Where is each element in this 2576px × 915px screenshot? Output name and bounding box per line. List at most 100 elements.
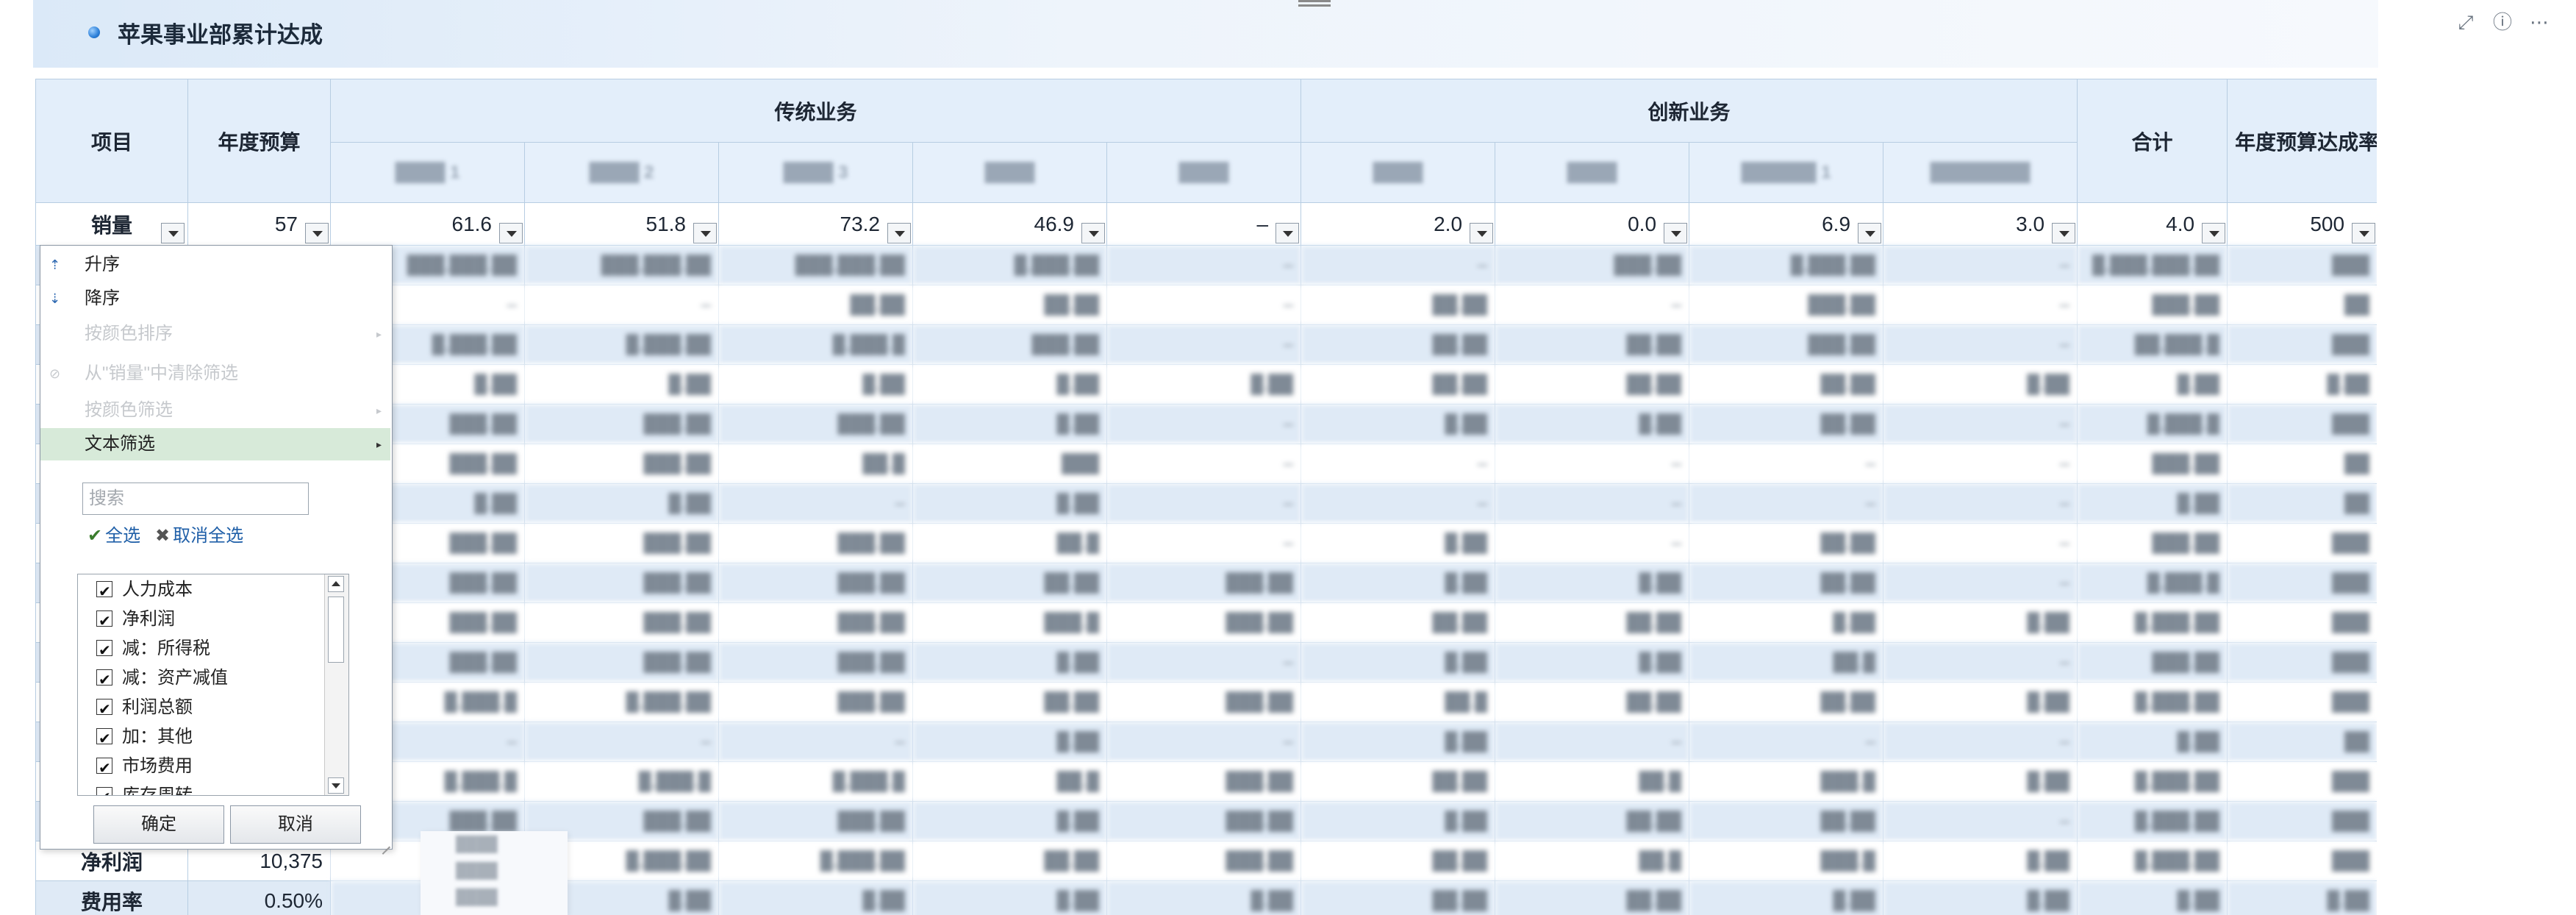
table-cell: █.██ (912, 722, 1107, 762)
checkbox[interactable] (96, 783, 112, 795)
ok-button[interactable]: 确定 (93, 805, 224, 844)
checkbox[interactable] (96, 724, 112, 754)
filter-search-input[interactable] (82, 483, 309, 515)
scroll-down-icon[interactable] (328, 777, 344, 794)
table-cell: ██.██ (1689, 404, 1884, 444)
table-cell: ██.██ (1689, 801, 1884, 841)
table-cell: █,███.██ (912, 245, 1107, 285)
filter-dropdown-button[interactable] (1081, 223, 1105, 243)
table-cell: █,███.██ (2077, 801, 2228, 841)
table-cell: █.██ (1106, 364, 1302, 405)
filter-dropdown-button[interactable] (1858, 223, 1882, 243)
table-cell: █.██ (1883, 761, 2078, 802)
resize-grip-icon[interactable] (380, 837, 390, 847)
table-cell: ███.██ (1689, 285, 1884, 325)
filter-dropdown-button[interactable] (1276, 223, 1300, 243)
filter-dropdown-button[interactable] (887, 223, 911, 243)
row-label-cell: 费用率 (35, 880, 188, 915)
menu-item-3: ⊘ 从"销量"中清除筛选 (40, 357, 390, 390)
table-cell: ███ (2227, 523, 2377, 563)
filter-dropdown-button[interactable] (499, 223, 523, 243)
table-cell: █.██ (912, 880, 1107, 915)
checkbox[interactable] (96, 636, 112, 666)
drag-handle-icon[interactable] (1298, 0, 1331, 9)
sub-header-cell: ████ 1 (330, 142, 525, 203)
select-all-link[interactable]: ✔ 全选 (87, 524, 140, 549)
filter-dropdown-button[interactable] (2202, 223, 2226, 243)
table-cell: – (718, 722, 913, 762)
table-cell: █.██ (524, 364, 719, 405)
table-cell: – (1883, 523, 2078, 563)
table-cell: ███.██ (524, 404, 719, 444)
table-cell: ██.█ (1495, 841, 1690, 881)
table-cell: ██,███.█ (2077, 324, 2228, 365)
filter-dropdown-button[interactable] (1470, 223, 1494, 243)
sub-header-label: ██████ 1 (1741, 162, 1831, 182)
filter-dropdown-button[interactable] (2052, 223, 2076, 243)
title-bar: 苹果事业部累计达成 (33, 0, 2378, 68)
cell-value: 61.6 (451, 212, 493, 235)
table-cell: ██.██ (1495, 682, 1690, 722)
expand-icon[interactable]: ⤢ (2451, 7, 2480, 37)
filter-value-list[interactable]: 人力成本净利润减：所得税减：资产减值利润总额加：其他市场费用库存周转 (77, 574, 349, 796)
table-cell: █.██ (1883, 841, 2078, 881)
table-cell: ███.█ (1689, 841, 1884, 881)
filter-dropdown-button[interactable] (693, 223, 717, 243)
table-cell: ███.██ (718, 682, 913, 722)
ghost-menu-item[interactable]: ████ (421, 858, 568, 884)
filter-dropdown-button[interactable] (305, 223, 329, 243)
table-cell: ███ (2227, 602, 2377, 643)
menu-item-0[interactable]: ⇡ 升序 (40, 249, 390, 281)
table-cell: ██.██ (1495, 364, 1690, 405)
more-icon[interactable]: ⋯ (2525, 7, 2554, 37)
sub-header-label: ████ 2 (589, 162, 654, 182)
table-cell: █.██ (1106, 880, 1302, 915)
scroll-up-icon[interactable] (328, 576, 344, 592)
info-icon[interactable]: ⓘ (2488, 7, 2517, 37)
table-cell: – (1495, 285, 1690, 325)
table-cell: ███.██ (2077, 444, 2228, 484)
ghost-menu-item[interactable]: ████ (421, 831, 568, 858)
table-cell: ███.██ (912, 324, 1107, 365)
scroll-thumb[interactable] (328, 597, 344, 663)
menu-item-1[interactable]: ⇣ 降序 (40, 282, 390, 315)
checkbox[interactable] (96, 666, 112, 695)
table-cell: – (1495, 722, 1690, 762)
cell-value: 4.0 (2166, 212, 2195, 235)
table-cell: █.██ (718, 364, 913, 405)
ghost-menu-item[interactable]: ████ (421, 884, 568, 911)
cell-value: 51.8 (645, 212, 687, 235)
cancel-button[interactable]: 取消 (230, 805, 361, 844)
deselect-all-link[interactable]: ✖ 取消全选 (155, 524, 243, 549)
checkbox[interactable] (96, 607, 112, 636)
table-cell: █.██ (718, 880, 913, 915)
filter-dropdown-button[interactable] (1664, 223, 1688, 243)
menu-item-label: 按颜色排序 (85, 324, 173, 343)
table-cell: ██.██ (1689, 364, 1884, 405)
table-cell: ██.█ (718, 444, 913, 484)
menu-item-5[interactable]: 文本筛选 ▸ (40, 428, 390, 460)
table-cell: █.██ (1689, 602, 1884, 643)
cell-value: 2.0 (1434, 212, 1463, 235)
menu-item-2: 按颜色排序 ▸ (40, 318, 390, 350)
checkbox[interactable] (96, 754, 112, 783)
clear-filter-icon: ⊘ (49, 366, 61, 381)
filter-dropdown-button[interactable] (161, 223, 185, 243)
row-label-text: 费用率 (80, 890, 143, 914)
filter-dropdown-button[interactable] (2352, 223, 2376, 243)
table-cell: █.██ (912, 642, 1107, 683)
list-scrollbar[interactable] (324, 574, 348, 795)
checkbox[interactable] (96, 577, 112, 607)
list-item-label: 市场费用 (122, 756, 193, 776)
table-cell: █.██ (912, 801, 1107, 841)
table-cell: ██.██ (1300, 841, 1496, 881)
select-all-label: 全选 (105, 526, 141, 546)
table-cell: ███ (912, 444, 1107, 484)
bullet-icon (88, 26, 100, 38)
budget-value: 10,375 (260, 849, 323, 872)
table-cell: – (1106, 404, 1302, 444)
checkbox[interactable] (96, 695, 112, 724)
table-cell: ██.█ (912, 761, 1107, 802)
table-cell: – (1106, 324, 1302, 365)
table-cell: ███.██ (1106, 563, 1302, 603)
